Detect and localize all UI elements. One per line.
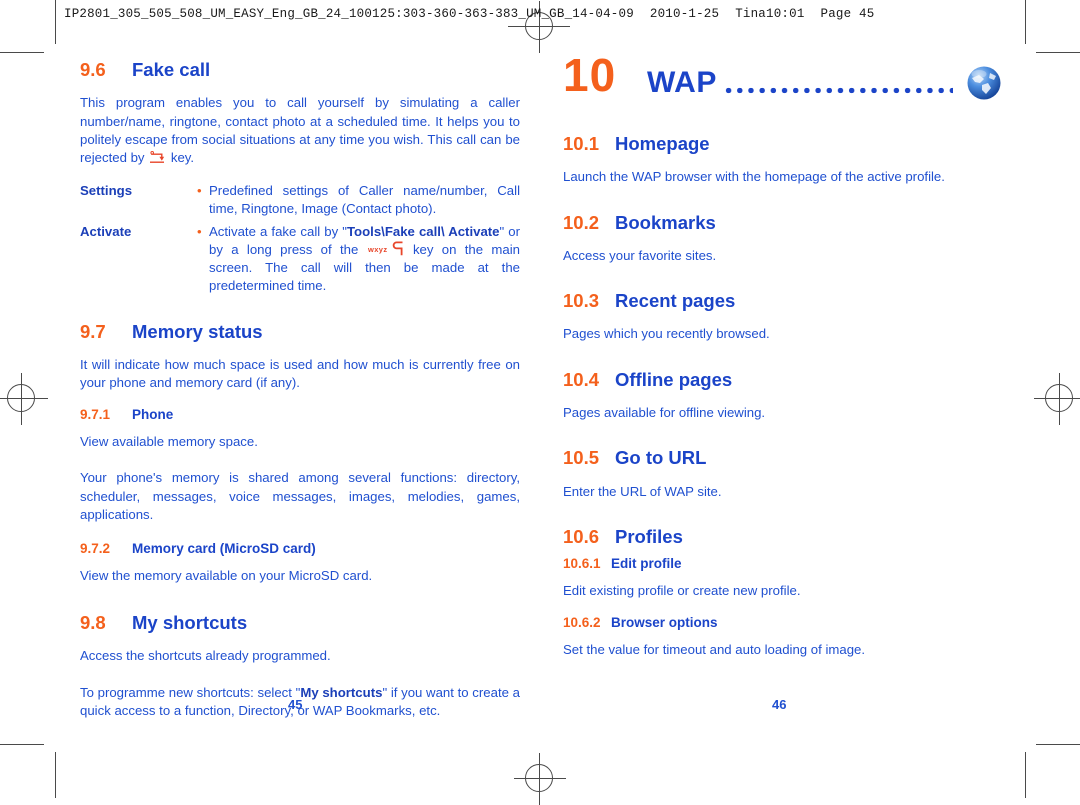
section-title: My shortcuts: [132, 612, 248, 634]
subsection-heading-9-7-1: 9.7.1 Phone: [80, 407, 520, 423]
desc-bold-path: Tools\Fake call\ Activate: [346, 223, 500, 239]
subsection-heading-9-7-2: 9.7.2 Memory card (MicroSD card): [80, 541, 520, 557]
subsection-number: 9.7.2: [80, 541, 111, 557]
crop-mark-bottom-left-horizontal: [0, 744, 44, 745]
dot-leader: [723, 87, 953, 94]
section-title: Recent pages: [615, 290, 736, 312]
phone-memory-paragraph-2: Your phone's memory is shared among seve…: [80, 470, 520, 522]
hangup-key-icon: [149, 151, 166, 164]
my-shortcuts-paragraph-1: Access the shortcuts already programmed.: [80, 648, 331, 664]
chapter-banner-wap: 10 WAP: [563, 52, 1003, 116]
section-number: 10.4: [563, 368, 600, 390]
section-number: 9.7: [80, 320, 106, 342]
section-number: 10.2: [563, 211, 600, 233]
definition-term: Activate: [80, 223, 132, 239]
crop-mark-top-right-horizontal: [1036, 52, 1080, 53]
section-heading-10-2: 10.2 Bookmarks: [563, 211, 1003, 233]
right-page: 10 WAP 10.1 Homepage Launch the WAP brow…: [563, 52, 1003, 674]
registration-mark-right: [1034, 373, 1080, 425]
bullet-icon: •: [197, 223, 202, 239]
section-heading-9-6: 9.6 Fake call: [80, 59, 520, 80]
section-heading-10-6: 10.6 Profiles: [563, 525, 1003, 547]
crop-mark-bottom-left-vertical: [55, 752, 56, 798]
section-heading-10-3: 10.3 Recent pages: [563, 290, 1003, 312]
section-number: 10.6: [563, 525, 600, 547]
subsection-title: Edit profile: [611, 556, 682, 572]
fake-call-intro-text: This program enables you to call yoursel…: [80, 95, 520, 165]
crop-mark-bottom-right-vertical: [1025, 752, 1026, 798]
crop-mark-bottom-right-horizontal: [1036, 744, 1080, 745]
section-title: Homepage: [615, 133, 710, 154]
crop-mark-top-left-horizontal: [0, 52, 44, 53]
edit-profile-body: Edit existing profile or create new prof…: [563, 583, 801, 598]
recent-pages-body: Pages which you recently browsed.: [563, 326, 770, 342]
section-number: 9.8: [80, 612, 106, 634]
globe-icon: [965, 64, 1003, 102]
left-page: 9.6 Fake call This program enables you to…: [80, 59, 520, 735]
svg-text:wxyz: wxyz: [368, 245, 388, 254]
registration-mark-bottom-center: [514, 753, 566, 805]
chapter-title: WAP: [647, 66, 717, 99]
section-heading-9-8: 9.8 My shortcuts: [80, 612, 520, 634]
desc-part-1: Activate a fake call by ": [209, 223, 347, 239]
slug-operator-time: Tina10:01: [735, 7, 805, 21]
homepage-body: Launch the WAP browser with the homepage…: [563, 169, 945, 185]
crop-mark-top-left-vertical: [55, 0, 56, 44]
section-heading-9-7: 9.7 Memory status: [80, 320, 520, 342]
section-title: Memory status: [132, 320, 263, 342]
crop-mark-top-right-vertical: [1025, 0, 1026, 44]
subsection-heading-10-6-1: 10.6.1 Edit profile: [563, 556, 1003, 572]
definition-description: Activate a fake call by "Tools\Fake call…: [209, 223, 520, 296]
memory-card-paragraph: View the memory available on your MicroS…: [80, 567, 373, 583]
subsection-number: 9.7.1: [80, 407, 111, 423]
wxyz9-key-icon: wxyz: [368, 241, 404, 256]
page-number-right: 46: [772, 697, 787, 712]
section-number: 9.6: [80, 59, 106, 80]
section-title: Offline pages: [615, 368, 733, 390]
memory-status-intro: It will indicate how much space is used …: [80, 356, 520, 391]
section-number: 10.3: [563, 290, 600, 312]
chapter-number: 10: [563, 49, 617, 101]
fake-call-definition-list: Settings • Predefined settings of Caller…: [80, 182, 520, 295]
section-title: Bookmarks: [615, 211, 716, 233]
offline-pages-body: Pages available for offline viewing.: [563, 405, 766, 421]
printer-slug: IP2801_305_505_508_UM_EASY_Eng_GB_24_100…: [64, 7, 874, 21]
definition-term: Settings: [80, 183, 133, 199]
registration-mark-left: [0, 373, 48, 425]
section-heading-10-5: 10.5 Go to URL: [563, 447, 1003, 469]
phone-memory-paragraph-1: View available memory space.: [80, 434, 258, 450]
page-number-left: 45: [288, 697, 303, 712]
slug-page-label: Page 45: [820, 7, 875, 21]
go-to-url-body: Enter the URL of WAP site.: [563, 483, 722, 499]
bullet-icon: •: [197, 183, 202, 199]
section-title: Go to URL: [615, 447, 707, 469]
subsection-title: Memory card (MicroSD card): [132, 541, 316, 557]
browser-options-body: Set the value for timeout and auto loadi…: [563, 642, 866, 658]
section-title: Profiles: [615, 525, 683, 547]
fake-call-intro-text-after: key.: [167, 150, 195, 165]
shortcuts-bold: My shortcuts: [300, 684, 383, 700]
slug-filename: IP2801_305_505_508_UM_EASY_Eng_GB_24_100…: [64, 7, 634, 21]
subsection-number: 10.6.1: [563, 556, 601, 572]
section-heading-10-4: 10.4 Offline pages: [563, 368, 1003, 390]
slug-date: 2010-1-25: [649, 7, 720, 21]
shortcuts-part-1: To programme new shortcuts: select ": [80, 684, 301, 700]
subsection-title: Phone: [132, 407, 174, 423]
section-number: 10.1: [563, 133, 600, 154]
section-number: 10.5: [563, 447, 600, 469]
bookmarks-body: Access your favorite sites.: [563, 247, 717, 263]
subsection-number: 10.6.2: [563, 615, 601, 631]
definition-row-settings: Settings • Predefined settings of Caller…: [80, 182, 520, 218]
subsection-heading-10-6-2: 10.6.2 Browser options: [563, 615, 1003, 631]
fake-call-intro-paragraph: This program enables you to call yoursel…: [80, 94, 520, 167]
section-title: Fake call: [132, 59, 211, 80]
subsection-title: Browser options: [611, 615, 718, 631]
section-heading-10-1: 10.1 Homepage: [563, 133, 1003, 154]
definition-description: Predefined settings of Caller name/numbe…: [209, 183, 520, 217]
definition-row-activate: Activate • Activate a fake call by "Tool…: [80, 223, 520, 296]
